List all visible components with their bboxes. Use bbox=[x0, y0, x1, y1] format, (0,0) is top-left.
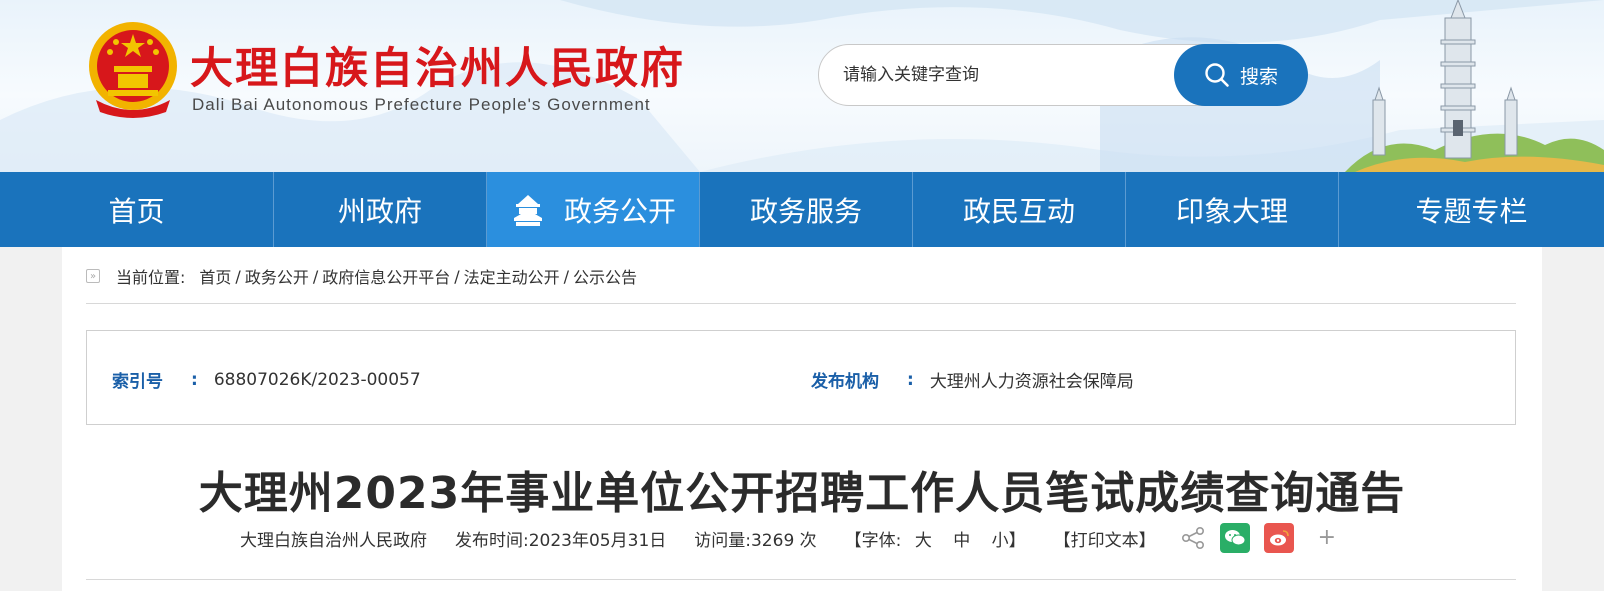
nav-item-label: 政民互动 bbox=[962, 194, 1075, 228]
nav-item-label: 印象大理 bbox=[1175, 194, 1288, 228]
site-title[interactable]: 大理白族自治州人民政府 bbox=[190, 34, 685, 96]
publisher-row: 发布机构 : 大理州人力资源社会保障局 bbox=[811, 367, 1134, 393]
nav-item-label: 州政府 bbox=[337, 194, 422, 228]
font-size-small-button[interactable]: 小】 bbox=[992, 531, 1026, 551]
nav-item-prefecture-government[interactable]: 州政府 bbox=[274, 172, 487, 247]
plus-icon[interactable]: + bbox=[1318, 527, 1336, 549]
breadcrumb-separator: / bbox=[563, 266, 570, 286]
breadcrumb-separator: / bbox=[235, 266, 241, 286]
search-icon bbox=[1205, 63, 1229, 87]
publisher-label: 发布机构 bbox=[811, 372, 879, 392]
breadcrumb-separator: / bbox=[312, 266, 319, 286]
wechat-icon[interactable] bbox=[1219, 523, 1250, 553]
site-subtitle-en: Dali Bai Autonomous Prefecture People's … bbox=[192, 95, 651, 114]
nav-item-label: 专题专栏 bbox=[1415, 194, 1528, 228]
colon: : bbox=[907, 369, 914, 390]
index-number-row: 索引号 : 68807026K/2023-00057 bbox=[112, 367, 421, 393]
breadcrumb-link-announcements[interactable]: 公示公告 bbox=[573, 264, 637, 288]
font-size-label: 【字体: bbox=[844, 530, 902, 551]
font-size-controls: 【字体: 大 中 小】 bbox=[845, 526, 1026, 551]
nav-item-label: 政务公开 bbox=[563, 194, 676, 228]
divider bbox=[86, 303, 1516, 304]
chevron-right-icon: » bbox=[86, 269, 100, 283]
national-emblem-icon[interactable] bbox=[86, 20, 180, 118]
visit-count: 访问量:3269 次 bbox=[694, 530, 817, 551]
article-info-bar: 大理白族自治州人民政府 发布时间:2023年05月31日 访问量:3269 次 … bbox=[240, 522, 1364, 554]
article-container: » 当前位置: 首页 / 政务公开 / 政府信息公开平台 / 法定主动公开 / … bbox=[62, 247, 1542, 591]
publisher-value: 大理州人力资源社会保障局 bbox=[929, 372, 1134, 392]
temple-icon bbox=[513, 194, 542, 226]
nav-item-label: 首页 bbox=[108, 194, 165, 228]
breadcrumb-separator: / bbox=[454, 266, 460, 286]
article-source: 大理白族自治州人民政府 bbox=[240, 530, 427, 551]
nav-item-government-services[interactable]: 政务服务 bbox=[700, 172, 913, 247]
index-number-label: 索引号 bbox=[112, 372, 163, 392]
colon: : bbox=[191, 369, 198, 390]
print-button[interactable]: 【打印文本】 bbox=[1054, 526, 1156, 551]
publish-time: 发布时间:2023年05月31日 bbox=[455, 530, 667, 551]
nav-item-public-interaction[interactable]: 政民互动 bbox=[913, 172, 1126, 247]
breadcrumb: » 当前位置: 首页 / 政务公开 / 政府信息公开平台 / 法定主动公开 / … bbox=[86, 265, 637, 287]
font-size-medium-button[interactable]: 中 bbox=[953, 531, 970, 551]
article-title: 大理州2023年事业单位公开招聘工作人员笔试成绩查询通告 bbox=[198, 468, 1406, 519]
search-button[interactable]: 搜索 bbox=[1174, 44, 1308, 106]
breadcrumb-link-home[interactable]: 首页 bbox=[199, 264, 231, 288]
search-box: 搜索 bbox=[818, 44, 1308, 106]
metadata-box: 索引号 : 68807026K/2023-00057 发布机构 : 大理州人力资… bbox=[86, 330, 1516, 425]
font-size-large-button[interactable]: 大 bbox=[915, 531, 932, 551]
weibo-icon[interactable] bbox=[1263, 523, 1294, 553]
nav-item-home[interactable]: 首页 bbox=[0, 172, 274, 247]
nav-item-special-topics[interactable]: 专题专栏 bbox=[1339, 172, 1604, 247]
nav-item-impression-dali[interactable]: 印象大理 bbox=[1126, 172, 1339, 247]
search-input[interactable] bbox=[843, 45, 1163, 105]
breadcrumb-link-statutory-disclosure[interactable]: 法定主动公开 bbox=[464, 264, 560, 288]
search-button-label: 搜索 bbox=[1239, 65, 1278, 88]
nav-item-label: 政务服务 bbox=[749, 194, 862, 228]
pagoda-illustration bbox=[1345, 0, 1604, 172]
nav-item-government-affairs-disclosure[interactable]: 政务公开 bbox=[487, 172, 700, 247]
breadcrumb-link-government-affairs[interactable]: 政务公开 bbox=[245, 264, 309, 288]
index-number-value: 68807026K/2023-00057 bbox=[213, 369, 421, 390]
main-nav: 首页 州政府 政务公开 政务服务 政民互动 印象大理 专题专栏 bbox=[0, 172, 1604, 247]
divider bbox=[86, 579, 1516, 580]
site-header: 大理白族自治州人民政府 Dali Bai Autonomous Prefectu… bbox=[0, 0, 1604, 172]
share-icon[interactable] bbox=[1180, 525, 1206, 551]
breadcrumb-link-info-platform[interactable]: 政府信息公开平台 bbox=[322, 264, 450, 288]
breadcrumb-prefix: 当前位置: bbox=[116, 268, 186, 287]
share-bar: + bbox=[1180, 523, 1336, 553]
